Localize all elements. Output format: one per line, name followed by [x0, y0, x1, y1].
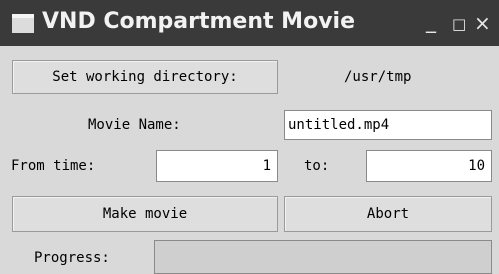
maximize-button[interactable]: □ — [452, 11, 466, 37]
title-bar[interactable]: VND Compartment Movie _ □ × — [0, 0, 499, 46]
make-movie-button[interactable]: Make movie — [12, 196, 278, 232]
set-working-directory-button[interactable]: Set working directory: — [12, 60, 278, 94]
to-time-label: to: — [304, 158, 330, 174]
progress-label: Progress: — [34, 250, 110, 266]
to-time-input[interactable]: 10 — [366, 150, 492, 182]
abort-button[interactable]: Abort — [284, 196, 492, 232]
from-time-input[interactable]: 1 — [156, 150, 278, 182]
from-time-label: From time: — [11, 158, 96, 174]
movie-name-label: Movie Name: — [88, 117, 181, 133]
dialog-body: Set working directory: /usr/tmp Movie Na… — [0, 46, 499, 274]
window-icon — [12, 14, 34, 33]
close-button[interactable]: × — [474, 10, 491, 36]
minimize-button[interactable]: _ — [426, 8, 436, 34]
movie-name-input[interactable]: untitled.mp4 — [284, 110, 492, 140]
progress-bar — [154, 240, 492, 274]
window-title: VND Compartment Movie — [42, 9, 355, 34]
working-directory-value: /usr/tmp — [344, 69, 412, 85]
